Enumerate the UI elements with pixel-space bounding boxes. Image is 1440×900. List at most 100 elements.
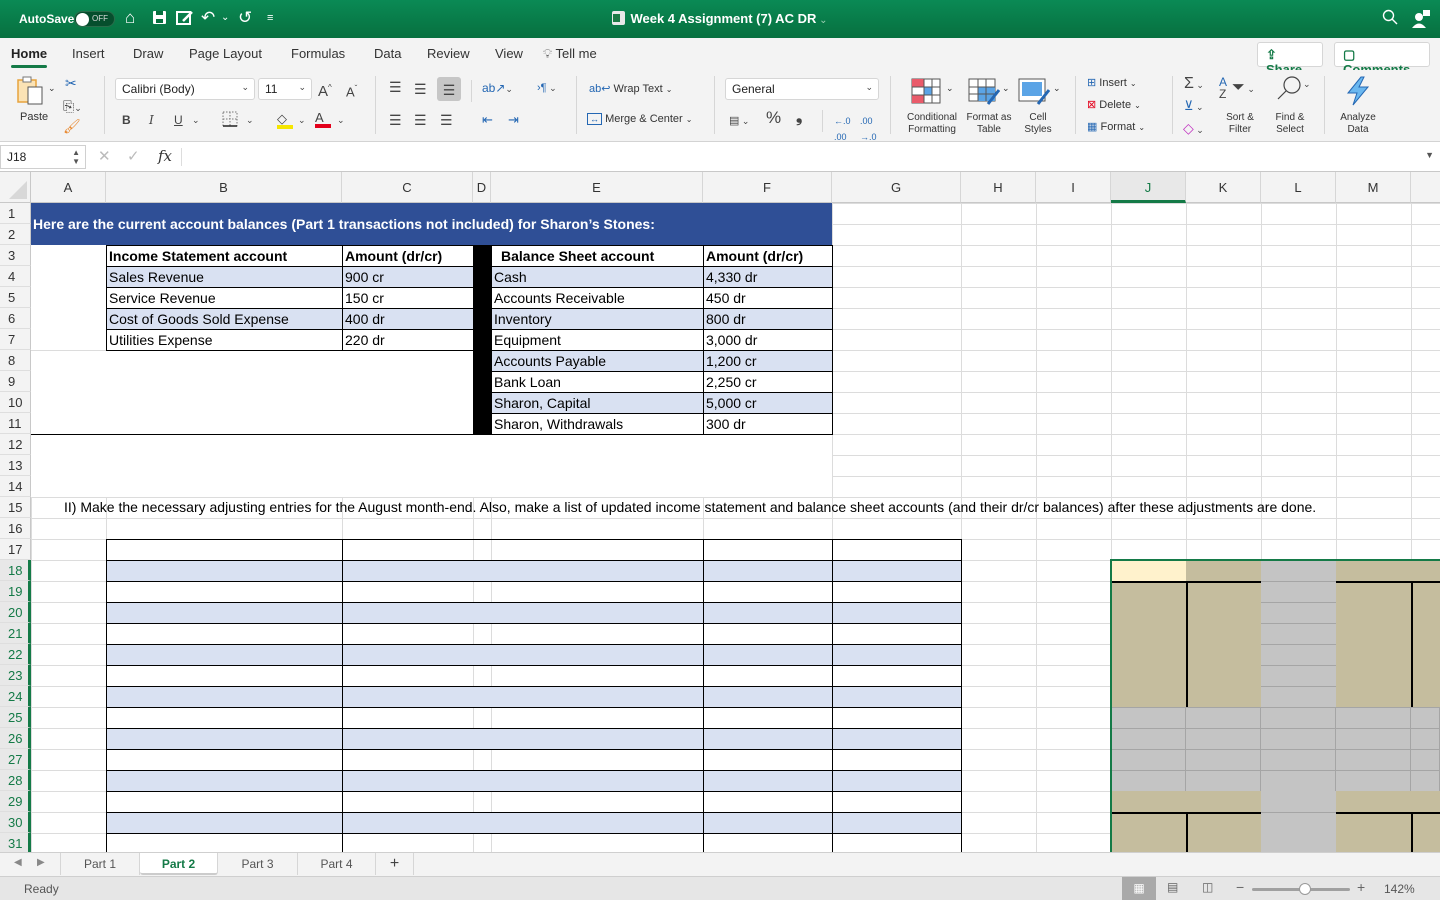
zoom-percent[interactable]: 142% xyxy=(1384,882,1415,896)
row-header-22[interactable]: 22 xyxy=(0,644,31,665)
shaded-cell[interactable] xyxy=(1411,749,1440,770)
align-middle-icon[interactable]: ☰ xyxy=(414,81,427,97)
zoom-slider[interactable] xyxy=(1252,883,1350,895)
adjusting-entry-cell[interactable] xyxy=(703,791,833,813)
cancel-icon[interactable]: ✕ xyxy=(98,147,111,165)
increase-font-size-icon[interactable]: A^ xyxy=(318,80,332,100)
bs-cell[interactable]: Bank Loan xyxy=(491,371,704,393)
is-header-cell[interactable]: Amount (dr/cr) xyxy=(342,245,474,267)
insert-cells-button[interactable]: ⊞ Insert ⌄ xyxy=(1087,76,1137,89)
add-sheet-button[interactable]: + xyxy=(376,853,414,875)
shaded-cell[interactable] xyxy=(1411,707,1440,728)
adjusting-entry-cell[interactable] xyxy=(342,623,704,645)
shaded-cell[interactable] xyxy=(1111,749,1186,770)
bs-cell[interactable]: Sharon, Capital xyxy=(491,392,704,414)
underline-dropdown[interactable]: ⌄ xyxy=(192,112,200,128)
adjusting-entry-cell[interactable] xyxy=(106,644,343,666)
shaded-cell[interactable] xyxy=(1261,560,1336,581)
column-header-i[interactable]: I xyxy=(1036,172,1111,203)
copy-icon[interactable]: ⎘⌄ xyxy=(63,98,82,116)
is-cell[interactable]: 150 cr xyxy=(342,287,474,309)
row-header-4[interactable]: 4 xyxy=(0,266,31,287)
adjusting-entry-cell[interactable] xyxy=(106,770,343,792)
bs-cell[interactable]: 1,200 cr xyxy=(703,350,833,372)
increase-indent-icon[interactable]: ⇥ xyxy=(508,112,519,128)
shaded-cell[interactable] xyxy=(1411,812,1413,852)
adjusting-entry-cell[interactable] xyxy=(703,770,833,792)
bs-cell[interactable]: Accounts Receivable xyxy=(491,287,704,309)
align-left-icon[interactable]: ☰ xyxy=(389,112,402,128)
clear-icon[interactable]: ◇ ⌄ xyxy=(1183,120,1204,138)
shaded-cell[interactable] xyxy=(1186,581,1188,707)
column-header-n[interactable] xyxy=(1411,172,1440,203)
adjusting-entry-cell[interactable] xyxy=(703,623,833,645)
sheet-tab-part-3[interactable]: Part 3 xyxy=(218,853,298,875)
row-header-7[interactable]: 7 xyxy=(0,329,31,350)
font-size-combo[interactable]: 11 ⌄ xyxy=(258,78,312,100)
adjusting-entry-cell[interactable] xyxy=(832,791,962,813)
adjusting-entry-cell[interactable] xyxy=(703,602,833,624)
cell-styles-icon[interactable] xyxy=(1018,78,1051,109)
row-header-13[interactable]: 13 xyxy=(0,455,31,476)
insert-function-icon[interactable]: fx xyxy=(158,147,172,165)
adjusting-entry-cell[interactable] xyxy=(106,833,343,852)
bs-cell[interactable]: Inventory xyxy=(491,308,704,330)
row-header-10[interactable]: 10 xyxy=(0,392,31,413)
adjusting-entry-cell[interactable] xyxy=(342,602,704,624)
column-header-c[interactable]: C xyxy=(342,172,473,203)
shaded-cell[interactable] xyxy=(1111,707,1186,728)
is-cell[interactable]: Cost of Goods Sold Expense xyxy=(106,308,343,330)
paste-icon[interactable] xyxy=(16,76,46,109)
delete-cells-button[interactable]: ⊠ Delete ⌄ xyxy=(1087,98,1141,111)
zoom-in-button[interactable]: + xyxy=(1357,879,1365,895)
adjusting-entry-cell[interactable] xyxy=(106,791,343,813)
decrease-decimal-icon[interactable]: .00 →.0 xyxy=(860,113,877,145)
merge-center-button[interactable]: ↔ Merge & Center ⌄ xyxy=(587,113,692,125)
tab-draw[interactable]: Draw xyxy=(133,46,163,61)
decrease-font-size-icon[interactable]: Aˇ xyxy=(346,81,357,100)
bs-header-cell[interactable]: Balance Sheet account xyxy=(491,245,704,267)
shaded-cell[interactable] xyxy=(1186,770,1261,791)
adjusting-entry-cell[interactable] xyxy=(703,686,833,708)
underline-button[interactable]: U xyxy=(174,112,183,128)
adjusting-entry-cell[interactable] xyxy=(106,728,343,750)
find-select-label[interactable]: Find & Select xyxy=(1270,112,1310,136)
shaded-cell[interactable] xyxy=(1261,812,1336,852)
is-header-cell[interactable]: Income Statement account xyxy=(106,245,343,267)
wrap-text-button[interactable]: ab↩ Wrap Text ⌄ xyxy=(589,82,672,95)
shaded-cell[interactable] xyxy=(1261,728,1336,749)
adjusting-entry-cell[interactable] xyxy=(106,602,343,624)
paste-dropdown[interactable]: ⌄ xyxy=(48,83,56,94)
adjusting-entry-cell[interactable] xyxy=(342,791,704,813)
column-header-d[interactable]: D xyxy=(473,172,491,203)
page-layout-view-icon[interactable]: ▤ xyxy=(1167,880,1178,894)
adjusting-entry-cell[interactable] xyxy=(342,833,704,852)
adjusting-entry-cell[interactable] xyxy=(832,644,962,666)
adjusting-entry-cell[interactable] xyxy=(832,728,962,750)
conditional-formatting-icon[interactable] xyxy=(911,78,941,107)
shaded-cell[interactable] xyxy=(1411,770,1440,791)
row-header-2[interactable]: 2 xyxy=(0,224,31,245)
row-header-17[interactable]: 17 xyxy=(0,539,31,560)
row-header-11[interactable]: 11 xyxy=(0,413,31,434)
format-as-table-dropdown[interactable]: ⌄ xyxy=(1002,83,1010,94)
align-center-icon[interactable]: ☰ xyxy=(414,112,427,128)
font-color-icon[interactable]: A xyxy=(315,109,331,128)
row-header-26[interactable]: 26 xyxy=(0,728,31,749)
orientation-icon[interactable]: ab↗⌄ xyxy=(482,80,513,97)
column-header-k[interactable]: K xyxy=(1186,172,1261,203)
tab-review[interactable]: Review xyxy=(427,46,470,61)
adjusting-entry-cell[interactable] xyxy=(832,581,962,603)
cell-styles-label[interactable]: Cell Styles xyxy=(1016,112,1060,136)
shaded-cell[interactable] xyxy=(1261,581,1336,602)
shaded-cell[interactable] xyxy=(1261,770,1336,791)
row-header-9[interactable]: 9 xyxy=(0,371,31,392)
fill-icon[interactable]: ⊻ ⌄ xyxy=(1184,98,1204,115)
adjusting-entry-cell[interactable] xyxy=(342,581,704,603)
row-header-30[interactable]: 30 xyxy=(0,812,31,833)
column-header-h[interactable]: H xyxy=(961,172,1036,203)
is-cell[interactable]: 900 cr xyxy=(342,266,474,288)
borders-icon[interactable] xyxy=(222,111,238,130)
row-header-20[interactable]: 20 xyxy=(0,602,31,623)
column-header-j[interactable]: J xyxy=(1111,172,1186,203)
